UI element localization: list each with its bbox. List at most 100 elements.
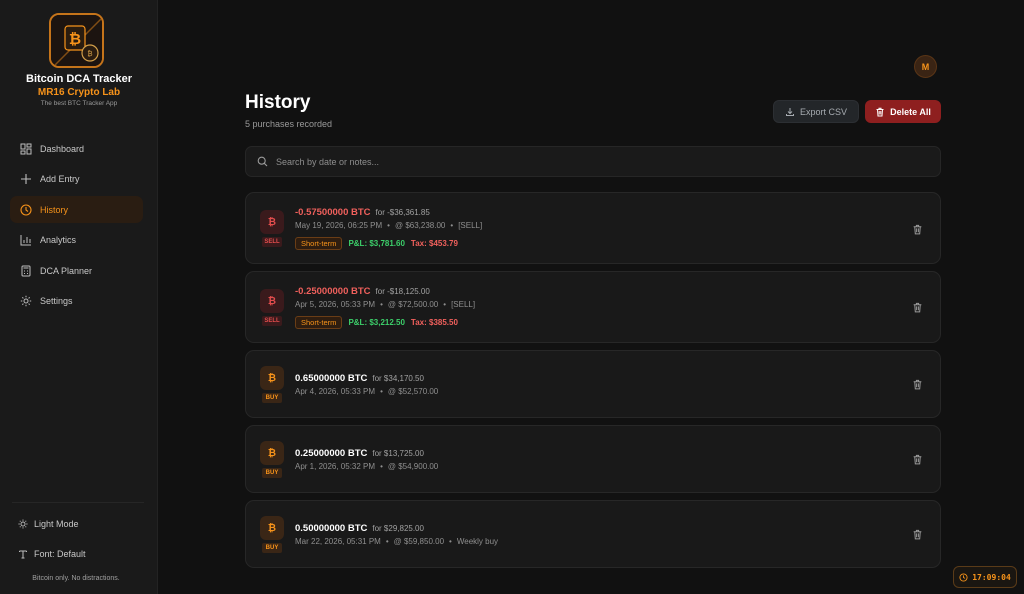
sidebar-item-label: DCA Planner <box>40 265 93 276</box>
calculator-icon <box>21 265 31 277</box>
delete-entry-icon[interactable] <box>912 454 923 465</box>
entry-price: @ $63,238.00 <box>394 221 446 230</box>
app-title: Bitcoin DCA Tracker <box>26 73 132 85</box>
entry-price: @ $59,850.00 <box>393 537 445 546</box>
entry-note: [SELL] <box>451 300 476 309</box>
bitcoin-buy-icon: ₿ <box>260 516 284 540</box>
entry-tax-info: Short-term P&L: $3,212.50 Tax: $385.50 <box>295 316 458 329</box>
clock-icon <box>959 572 968 582</box>
entry-date: Apr 4, 2026, 05:33 PM <box>295 387 376 396</box>
delete-entry-icon[interactable] <box>912 529 923 540</box>
font-selector[interactable]: Font: Default <box>18 549 86 559</box>
delete-all-button[interactable]: Delete All <box>865 100 941 123</box>
page-title: History <box>245 92 311 113</box>
bitcoin-sell-icon: ₿ <box>260 289 284 313</box>
sidebar-nav: Dashboard Add Entry History Analytics DC… <box>10 135 143 319</box>
entry-note: [SELL] <box>458 221 483 230</box>
clock-time: 17:09:04 <box>972 572 1011 582</box>
app-subtitle: MR16 Crypto Lab <box>37 87 121 98</box>
bitcoin-sell-icon: ₿ <box>260 210 284 234</box>
entry-meta: Apr 1, 2026, 05:32 PM • @ $54,900.00 <box>295 462 438 471</box>
separator-dot: • <box>380 462 383 471</box>
entry-tax: Tax: $453.79 <box>410 239 458 248</box>
separator-dot: • <box>450 221 454 230</box>
sidebar: ₿ ₿ Bitcoin DCA Tracker MR16 Crypto Lab … <box>0 0 158 594</box>
delete-entry-icon[interactable] <box>912 302 923 313</box>
history-entry-card[interactable]: ₿ SELL -0.57500000 BTC for -$36,361.85 M… <box>245 192 941 264</box>
entry-price: @ $72,500.00 <box>387 300 439 309</box>
bitcoin-logo-icon[interactable]: ₿ ₿ <box>49 13 104 68</box>
entry-note: Weekly buy <box>456 537 499 546</box>
gear-icon <box>20 296 32 307</box>
sidebar-divider <box>12 502 144 503</box>
app-tagline: The best BTC Tracker App <box>40 100 118 107</box>
entry-date: May 19, 2026, 06:25 PM <box>295 221 383 230</box>
separator-dot: • <box>449 537 452 546</box>
type-icon <box>19 550 27 559</box>
search-icon <box>257 156 268 167</box>
export-csv-label: Export CSV <box>799 106 848 117</box>
separator-dot: • <box>443 300 447 309</box>
history-entry-card[interactable]: ₿ BUY 0.50000000 BTC for $29,825.00 Mar … <box>245 500 941 568</box>
entry-type-badge: BUY <box>262 393 282 403</box>
entry-type-badge: SELL <box>262 237 282 247</box>
separator-dot: • <box>387 221 390 230</box>
export-csv-button[interactable]: Export CSV <box>773 100 859 123</box>
sidebar-item-dca-planner[interactable]: DCA Planner <box>10 257 143 284</box>
sidebar-item-label: Analytics <box>40 235 77 246</box>
delete-entry-icon[interactable] <box>912 379 923 390</box>
sidebar-item-history[interactable]: History <box>10 196 143 224</box>
entry-tax-info: Short-term P&L: $3,781.60 Tax: $453.79 <box>295 237 458 250</box>
entry-amount: -0.57500000 BTC <box>295 207 371 218</box>
entry-date: Mar 22, 2026, 05:31 PM <box>295 537 381 546</box>
sidebar-item-analytics[interactable]: Analytics <box>10 227 143 254</box>
entry-meta: Apr 4, 2026, 05:33 PM • @ $52,570.00 <box>295 387 438 396</box>
clock-badge: 17:09:04 <box>953 566 1017 588</box>
history-entry-card[interactable]: ₿ BUY 0.25000000 BTC for $13,725.00 Apr … <box>245 425 941 493</box>
entry-pnl: P&L: $3,212.50 <box>348 318 405 327</box>
entry-amount-line: 0.50000000 BTC for $29,825.00 <box>295 523 424 534</box>
avatar[interactable]: M <box>914 55 937 78</box>
entry-amount-line: -0.25000000 BTC for -$18,125.00 <box>295 286 430 297</box>
bitcoin-buy-icon: ₿ <box>260 441 284 465</box>
entry-price: @ $54,900.00 <box>387 462 439 471</box>
term-badge: Short-term <box>295 316 343 329</box>
plus-icon <box>21 174 31 185</box>
sidebar-item-label: Dashboard <box>40 143 85 154</box>
sun-icon <box>18 519 28 529</box>
search-input[interactable] <box>276 156 876 167</box>
font-label: Font: Default <box>34 549 86 559</box>
light-mode-label: Light Mode <box>34 519 79 529</box>
svg-text:₿: ₿ <box>69 30 81 48</box>
sidebar-item-add-entry[interactable]: Add Entry <box>10 166 143 193</box>
entry-amount: -0.25000000 BTC <box>295 286 371 297</box>
entry-total: for -$18,125.00 <box>375 287 430 296</box>
entry-meta: Mar 22, 2026, 05:31 PM • @ $59,850.00 • … <box>295 537 498 546</box>
trash-icon <box>876 107 884 116</box>
light-mode-toggle[interactable]: Light Mode <box>18 519 79 529</box>
history-entry-card[interactable]: ₿ SELL -0.25000000 BTC for -$18,125.00 A… <box>245 271 941 343</box>
entry-amount: 0.65000000 BTC <box>295 373 368 384</box>
search-bar[interactable] <box>245 146 941 177</box>
sidebar-item-settings[interactable]: Settings <box>10 288 143 315</box>
page-subtitle: 5 purchases recorded <box>245 119 333 129</box>
svg-text:₿: ₿ <box>87 50 92 58</box>
sidebar-item-dashboard[interactable]: Dashboard <box>10 135 143 162</box>
history-entry-card[interactable]: ₿ BUY 0.65000000 BTC for $34,170.50 Apr … <box>245 350 941 418</box>
entry-amount-line: -0.57500000 BTC for -$36,361.85 <box>295 207 430 218</box>
entry-amount: 0.25000000 BTC <box>295 448 368 459</box>
entry-type-badge: BUY <box>262 468 282 478</box>
sidebar-item-label: History <box>40 204 69 215</box>
entry-pnl: P&L: $3,781.60 <box>348 239 405 248</box>
sidebar-tagline: Bitcoin only. No distractions. <box>32 575 120 582</box>
grid-icon <box>20 143 32 154</box>
term-badge: Short-term <box>295 237 343 250</box>
entry-tax: Tax: $385.50 <box>410 318 458 327</box>
download-icon <box>785 107 794 116</box>
separator-dot: • <box>385 537 389 546</box>
entry-amount: 0.50000000 BTC <box>295 523 368 534</box>
delete-entry-icon[interactable] <box>912 224 923 235</box>
entry-date: Apr 1, 2026, 05:32 PM <box>295 462 376 471</box>
entry-total: for -$36,361.85 <box>375 208 430 217</box>
entry-type-badge: BUY <box>262 543 282 553</box>
